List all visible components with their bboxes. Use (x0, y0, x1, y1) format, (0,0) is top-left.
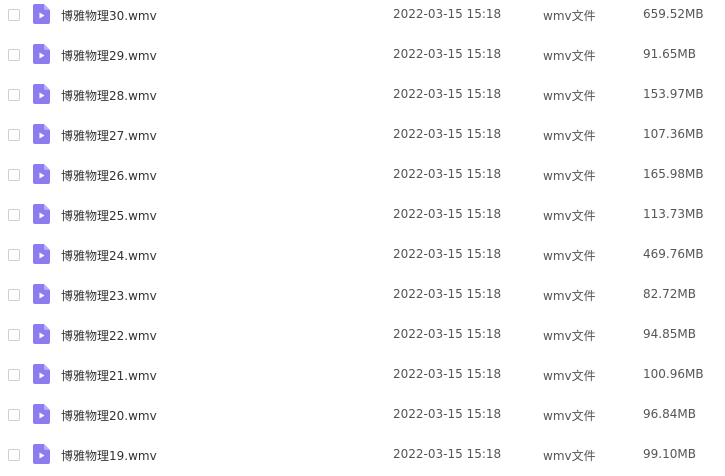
file-name[interactable]: 博雅物理25.wmv (61, 207, 157, 224)
video-file-icon (33, 84, 50, 104)
video-file-icon (33, 204, 50, 224)
file-row[interactable]: 博雅物理26.wmv 2022-03-15 15:18 wmv文件 165.98… (0, 156, 725, 196)
video-file-icon (33, 444, 50, 464)
file-row[interactable]: 博雅物理29.wmv 2022-03-15 15:18 wmv文件 91.65M… (0, 36, 725, 76)
file-name[interactable]: 博雅物理26.wmv (61, 167, 157, 184)
file-row[interactable]: 博雅物理21.wmv 2022-03-15 15:18 wmv文件 100.96… (0, 356, 725, 396)
file-row[interactable]: 博雅物理19.wmv 2022-03-15 15:18 wmv文件 99.10M… (0, 436, 725, 476)
file-row[interactable]: 博雅物理22.wmv 2022-03-15 15:18 wmv文件 94.85M… (0, 316, 725, 356)
modified-date: 2022-03-15 15:18 (393, 247, 502, 261)
modified-date: 2022-03-15 15:18 (393, 127, 502, 141)
video-file-icon (33, 44, 50, 64)
modified-date: 2022-03-15 15:18 (393, 87, 502, 101)
file-type: wmv文件 (543, 129, 596, 143)
row-checkbox[interactable] (8, 409, 20, 421)
video-file-icon (33, 324, 50, 344)
file-row[interactable]: 博雅物理20.wmv 2022-03-15 15:18 wmv文件 96.84M… (0, 396, 725, 436)
file-size: 469.76MB (643, 247, 704, 261)
file-row[interactable]: 博雅物理30.wmv 2022-03-15 15:18 wmv文件 659.52… (0, 0, 725, 36)
video-file-icon (33, 4, 50, 24)
modified-date: 2022-03-15 15:18 (393, 287, 502, 301)
file-row[interactable]: 博雅物理28.wmv 2022-03-15 15:18 wmv文件 153.97… (0, 76, 725, 116)
modified-date: 2022-03-15 15:18 (393, 407, 502, 421)
video-file-icon (33, 284, 50, 304)
video-file-icon (33, 404, 50, 424)
file-row[interactable]: 博雅物理27.wmv 2022-03-15 15:18 wmv文件 107.36… (0, 116, 725, 156)
row-checkbox[interactable] (8, 449, 20, 461)
file-size: 153.97MB (643, 87, 704, 101)
row-checkbox[interactable] (8, 209, 20, 221)
file-size: 113.73MB (643, 207, 704, 221)
video-file-icon (33, 244, 50, 264)
video-file-icon (33, 124, 50, 144)
file-size: 91.65MB (643, 47, 696, 61)
file-size: 82.72MB (643, 287, 696, 301)
file-name[interactable]: 博雅物理24.wmv (61, 247, 157, 264)
file-name[interactable]: 博雅物理28.wmv (61, 87, 157, 104)
file-size: 94.85MB (643, 327, 696, 341)
file-name[interactable]: 博雅物理22.wmv (61, 327, 157, 344)
modified-date: 2022-03-15 15:18 (393, 7, 502, 21)
row-checkbox[interactable] (8, 329, 20, 341)
row-checkbox[interactable] (8, 49, 20, 61)
row-checkbox[interactable] (8, 289, 20, 301)
file-type: wmv文件 (543, 369, 596, 383)
file-type: wmv文件 (543, 289, 596, 303)
file-type: wmv文件 (543, 249, 596, 263)
modified-date: 2022-03-15 15:18 (393, 207, 502, 221)
file-name[interactable]: 博雅物理23.wmv (61, 287, 157, 304)
file-type: wmv文件 (543, 329, 596, 343)
file-row[interactable]: 博雅物理25.wmv 2022-03-15 15:18 wmv文件 113.73… (0, 196, 725, 236)
file-row[interactable]: 博雅物理24.wmv 2022-03-15 15:18 wmv文件 469.76… (0, 236, 725, 276)
file-size: 659.52MB (643, 7, 704, 21)
modified-date: 2022-03-15 15:18 (393, 327, 502, 341)
file-type: wmv文件 (543, 89, 596, 103)
file-type: wmv文件 (543, 209, 596, 223)
file-type: wmv文件 (543, 449, 596, 463)
row-checkbox[interactable] (8, 9, 20, 21)
file-size: 99.10MB (643, 447, 696, 461)
file-row[interactable]: 博雅物理23.wmv 2022-03-15 15:18 wmv文件 82.72M… (0, 276, 725, 316)
modified-date: 2022-03-15 15:18 (393, 167, 502, 181)
file-name[interactable]: 博雅物理29.wmv (61, 47, 157, 64)
file-name[interactable]: 博雅物理27.wmv (61, 127, 157, 144)
file-type: wmv文件 (543, 169, 596, 183)
modified-date: 2022-03-15 15:18 (393, 447, 502, 461)
file-list: 博雅物理30.wmv 2022-03-15 15:18 wmv文件 659.52… (0, 0, 725, 474)
file-name[interactable]: 博雅物理21.wmv (61, 367, 157, 384)
modified-date: 2022-03-15 15:18 (393, 47, 502, 61)
file-name[interactable]: 博雅物理20.wmv (61, 407, 157, 424)
file-name[interactable]: 博雅物理19.wmv (61, 447, 157, 464)
file-size: 107.36MB (643, 127, 704, 141)
file-size: 96.84MB (643, 407, 696, 421)
video-file-icon (33, 164, 50, 184)
row-checkbox[interactable] (8, 169, 20, 181)
file-type: wmv文件 (543, 49, 596, 63)
row-checkbox[interactable] (8, 369, 20, 381)
row-checkbox[interactable] (8, 89, 20, 101)
file-type: wmv文件 (543, 9, 596, 23)
file-name[interactable]: 博雅物理30.wmv (61, 7, 157, 24)
row-checkbox[interactable] (8, 129, 20, 141)
modified-date: 2022-03-15 15:18 (393, 367, 502, 381)
row-checkbox[interactable] (8, 249, 20, 261)
file-size: 100.96MB (643, 367, 704, 381)
video-file-icon (33, 364, 50, 384)
file-size: 165.98MB (643, 167, 704, 181)
file-type: wmv文件 (543, 409, 596, 423)
